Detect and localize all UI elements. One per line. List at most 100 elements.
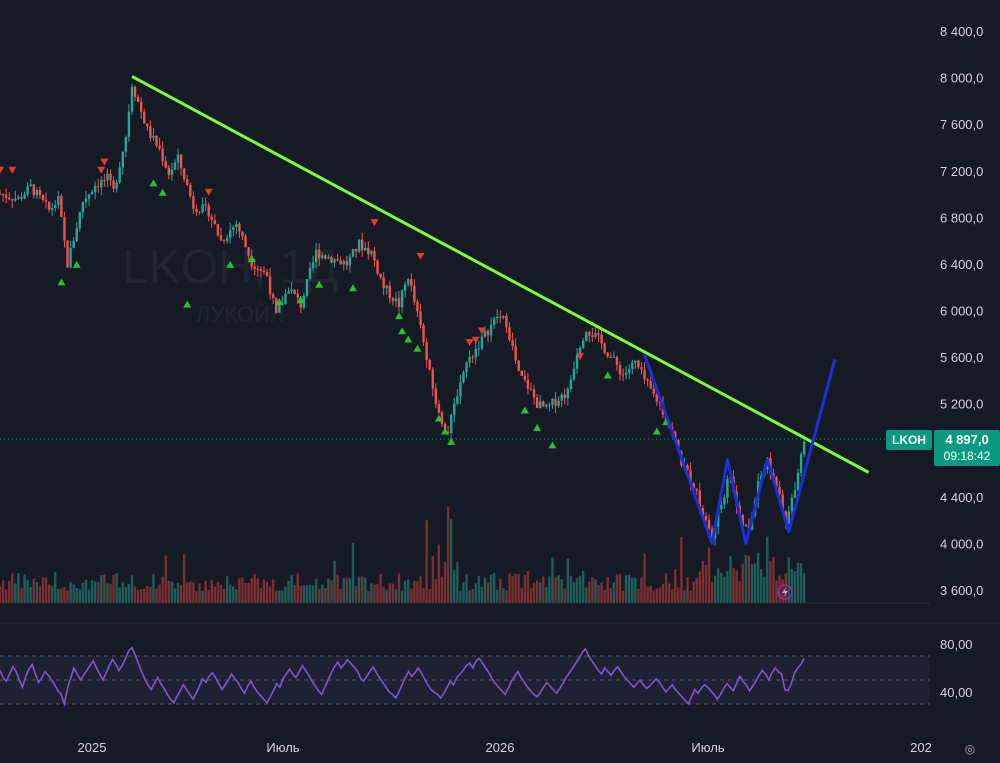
volume-bar xyxy=(103,574,106,603)
candle-body xyxy=(35,190,39,196)
volume-bar xyxy=(563,588,566,603)
candle-body xyxy=(548,404,551,406)
volume-bar xyxy=(41,577,45,603)
candle-body xyxy=(57,195,60,205)
volume-bar xyxy=(204,580,207,603)
volume-bar xyxy=(667,583,671,603)
volume-bar xyxy=(259,587,263,603)
volume-bar xyxy=(44,577,48,603)
volume-bar xyxy=(23,574,26,603)
volume-bar xyxy=(787,557,791,603)
candle-body xyxy=(453,403,456,415)
candle-body xyxy=(318,249,321,259)
volume-bar xyxy=(643,553,646,603)
watermark-company: ЛУКОЙЛ xyxy=(196,302,284,327)
candle-body xyxy=(569,379,573,389)
candle-body xyxy=(314,249,318,263)
settings-icon[interactable]: ◎ xyxy=(963,742,977,756)
volume-bar xyxy=(535,580,539,603)
volume-bar xyxy=(422,587,425,603)
candle-body xyxy=(471,356,474,358)
candle-body xyxy=(480,336,484,349)
candle-body xyxy=(538,401,542,409)
candle-body xyxy=(213,220,217,225)
candle-body xyxy=(606,352,609,357)
volume-bar xyxy=(308,584,312,603)
volume-bar xyxy=(357,576,361,603)
volume-bar xyxy=(480,586,484,603)
candle-body xyxy=(4,194,8,198)
volume-bar xyxy=(207,589,210,603)
candle-body xyxy=(339,260,342,265)
volume-bar xyxy=(189,581,192,603)
candle-body xyxy=(97,186,100,188)
candle-body xyxy=(311,262,315,269)
volume-bar xyxy=(603,590,606,603)
candle-body xyxy=(90,192,94,195)
candle-body xyxy=(609,356,612,358)
volume-bar xyxy=(698,571,702,603)
candle-body xyxy=(93,186,97,193)
candle-body xyxy=(477,348,481,350)
volume-bar xyxy=(646,586,649,603)
volume-bar xyxy=(69,582,72,603)
volume-bar xyxy=(158,584,161,603)
volume-bar xyxy=(155,588,158,603)
candle-body xyxy=(38,190,42,196)
candle-body xyxy=(179,154,183,169)
volume-bar xyxy=(637,588,640,603)
candle-body xyxy=(704,515,708,520)
candle-body xyxy=(575,354,579,369)
volume-bar xyxy=(581,570,585,603)
candle-body xyxy=(103,179,106,181)
candle-body xyxy=(545,404,548,407)
price-axis-label: 7 600,0 xyxy=(940,117,983,132)
price-chart[interactable]: LKOH, 1Д ЛУКОЙЛ 8 400,08 000,07 600,07 2… xyxy=(0,0,1000,763)
candle-body xyxy=(532,389,536,398)
volume-bar xyxy=(566,558,570,603)
volume-bar xyxy=(465,574,468,603)
candle-body xyxy=(413,285,416,302)
volume-bar xyxy=(723,576,726,603)
volume-bar xyxy=(72,584,75,603)
volume-bar xyxy=(572,582,576,603)
volume-bar xyxy=(321,584,324,603)
candle-body xyxy=(238,223,241,232)
candle-body xyxy=(327,257,330,259)
volume-bar xyxy=(382,587,385,603)
candle-body xyxy=(465,362,468,373)
volume-bar xyxy=(367,590,370,603)
volume-bar xyxy=(649,585,652,603)
volume-bar xyxy=(492,573,496,603)
candle-body xyxy=(278,305,281,313)
volume-bar xyxy=(397,573,401,603)
volume-bar xyxy=(152,573,155,603)
volume-bar xyxy=(551,557,554,603)
candle-body xyxy=(502,315,505,318)
candle-body xyxy=(802,441,806,455)
volume-bar xyxy=(385,589,388,603)
candle-body xyxy=(462,372,465,383)
candle-body xyxy=(155,135,158,146)
volume-bar xyxy=(238,578,241,603)
volume-bar xyxy=(575,578,579,603)
volume-bar xyxy=(339,588,342,603)
volume-bar xyxy=(542,576,545,603)
candle-body xyxy=(523,375,527,380)
volume-bar xyxy=(799,563,803,603)
candle-body xyxy=(474,349,477,358)
volume-bar xyxy=(609,587,612,603)
volume-bar xyxy=(471,588,474,603)
volume-bar xyxy=(247,583,250,603)
candle-body xyxy=(542,401,545,407)
volume-bar xyxy=(311,585,315,603)
volume-bar xyxy=(747,555,751,603)
candle-body xyxy=(259,269,263,271)
volume-bar xyxy=(253,574,256,603)
candle-body xyxy=(47,201,51,210)
volume-bar xyxy=(578,575,582,603)
candle-body xyxy=(161,148,164,162)
volume-bar xyxy=(127,583,131,603)
candle-body xyxy=(189,185,192,197)
volume-bar xyxy=(618,573,622,603)
